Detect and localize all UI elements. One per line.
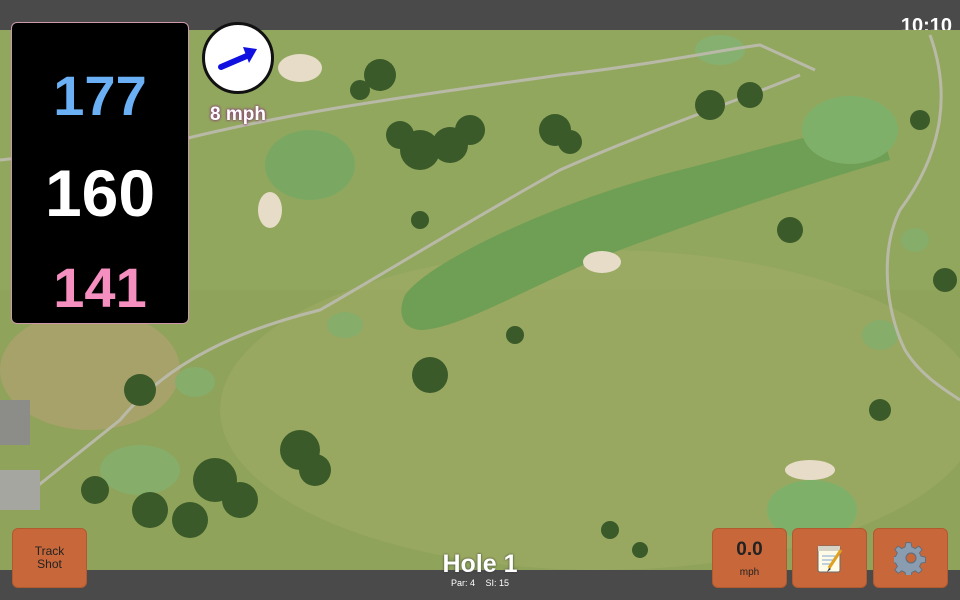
hole-stroke-index: SI: 15 xyxy=(485,578,510,588)
hole-par: Par: 4 xyxy=(450,578,475,588)
track-shot-label-line2: Shot xyxy=(37,557,62,571)
hole-title: Hole 1 xyxy=(442,550,518,578)
settings-button[interactable] xyxy=(873,528,948,588)
hole-info: Hole 1 Par: 4 SI: 15 xyxy=(380,550,580,588)
track-shot-label: Track Shot xyxy=(13,545,86,571)
track-shot-button[interactable]: Track Shot xyxy=(12,528,87,588)
middle-distance: 160 xyxy=(44,156,156,230)
notepad-icon xyxy=(817,545,842,573)
speed-button[interactable]: 0.0 mph xyxy=(712,528,787,588)
distance-panel: 177 160 141 xyxy=(11,22,189,324)
back-distance: 177 xyxy=(53,64,147,127)
track-shot-label-line1: Track xyxy=(34,544,65,558)
notes-button[interactable] xyxy=(792,528,867,588)
gear-icon xyxy=(893,542,926,575)
wind-indicator xyxy=(202,22,274,94)
wind-speed-label: 8 mph xyxy=(210,104,266,125)
front-distance: 141 xyxy=(53,256,147,319)
speed-value: 0.0 xyxy=(736,539,763,560)
speed-unit: mph xyxy=(739,567,760,578)
hole-meta: Par: 4 SI: 15 xyxy=(380,578,580,588)
wind-arrow-icon xyxy=(218,47,257,70)
